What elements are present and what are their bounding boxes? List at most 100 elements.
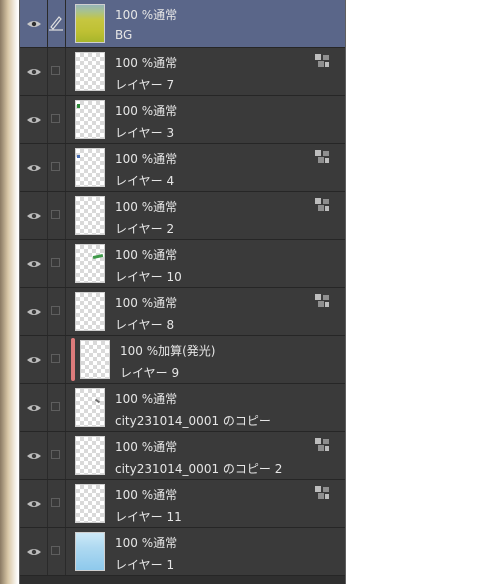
layer-row[interactable]: 100 %通常 レイヤー 11: [20, 480, 345, 528]
layer-thumbnail[interactable]: [75, 100, 105, 139]
thumbnail-stroke: [94, 398, 101, 404]
layer-name[interactable]: レイヤー 9: [120, 364, 179, 381]
clip-to-layer-below-icon[interactable]: [315, 438, 330, 452]
checkbox-icon: [51, 306, 60, 315]
visibility-toggle[interactable]: [20, 432, 48, 479]
eye-icon: [27, 405, 41, 411]
eye-icon: [27, 69, 41, 75]
layer-name[interactable]: レイヤー 10: [115, 268, 182, 285]
eye-icon: [27, 165, 41, 171]
edit-target-toggle[interactable]: [47, 432, 66, 479]
clip-to-layer-below-icon[interactable]: [315, 150, 330, 164]
layer-row[interactable]: 100 %通常 city231014_0001 のコピー 2: [20, 432, 345, 480]
edit-target-toggle[interactable]: [47, 336, 66, 383]
edit-target-toggle[interactable]: [47, 384, 66, 431]
layer-row[interactable]: 100 %通常 レイヤー 4: [20, 144, 345, 192]
edit-target-toggle[interactable]: [47, 0, 66, 47]
layer-thumbnail[interactable]: [75, 436, 105, 475]
edit-target-toggle[interactable]: [47, 240, 66, 287]
visibility-toggle[interactable]: [20, 384, 48, 431]
eye-icon: [27, 357, 41, 363]
checkbox-icon: [51, 546, 60, 555]
layer-blend-mode: 100 %通常: [115, 8, 178, 22]
layer-name[interactable]: レイヤー 11: [115, 508, 182, 525]
visibility-toggle[interactable]: [20, 144, 48, 191]
layer-blend-mode: 100 %通常: [115, 200, 178, 214]
edit-target-toggle[interactable]: [47, 96, 66, 143]
layer-name[interactable]: city231014_0001 のコピー 2: [115, 460, 282, 477]
layer-row[interactable]: 100 %通常 レイヤー 1: [20, 528, 345, 576]
eye-icon: [27, 117, 41, 123]
layer-row[interactable]: 100 %通常 レイヤー 2: [20, 192, 345, 240]
layer-row[interactable]: 100 %通常 レイヤー 7: [20, 48, 345, 96]
clip-to-layer-below-icon[interactable]: [315, 486, 330, 500]
layer-name[interactable]: レイヤー 3: [115, 124, 174, 141]
visibility-toggle[interactable]: [20, 240, 48, 287]
clip-to-layer-below-icon[interactable]: [315, 54, 330, 68]
checkbox-icon: [51, 114, 60, 123]
layers-panel: 100 %通常 BG 100 %通常 レイヤー 7 100 %通常 レイヤー 3: [19, 0, 346, 584]
edit-target-toggle[interactable]: [47, 528, 66, 575]
eye-icon: [27, 309, 41, 315]
edit-target-toggle[interactable]: [47, 192, 66, 239]
checkbox-icon: [51, 402, 60, 411]
layer-row[interactable]: 100 %加算(発光) レイヤー 9: [20, 336, 345, 384]
layer-row-bg[interactable]: 100 %通常 BG: [20, 0, 345, 48]
layer-thumbnail[interactable]: [75, 4, 105, 43]
layer-thumbnail[interactable]: [75, 52, 105, 91]
visibility-toggle[interactable]: [20, 48, 48, 95]
eye-icon: [27, 261, 41, 267]
layer-thumbnail[interactable]: [75, 196, 105, 235]
layer-blend-mode: 100 %通常: [115, 488, 178, 502]
eye-icon: [27, 549, 41, 555]
layer-thumbnail[interactable]: [80, 340, 110, 379]
checkbox-icon: [51, 210, 60, 219]
layer-name[interactable]: レイヤー 7: [115, 76, 174, 93]
layer-name[interactable]: city231014_0001 のコピー: [115, 412, 271, 429]
layer-thumbnail[interactable]: [75, 244, 105, 283]
visibility-toggle[interactable]: [20, 0, 48, 47]
layer-blend-mode: 100 %通常: [115, 296, 178, 310]
visibility-toggle[interactable]: [20, 192, 48, 239]
clip-to-layer-below-icon[interactable]: [315, 294, 330, 308]
layer-name[interactable]: レイヤー 8: [115, 316, 174, 333]
visibility-toggle[interactable]: [20, 528, 48, 575]
layer-name[interactable]: BG: [115, 28, 132, 42]
eye-icon: [27, 501, 41, 507]
edit-target-toggle[interactable]: [47, 144, 66, 191]
visibility-toggle[interactable]: [20, 288, 48, 335]
checkbox-icon: [51, 258, 60, 267]
checkbox-icon: [51, 162, 60, 171]
thumbnail-stroke: [92, 253, 104, 260]
layer-blend-mode: 100 %通常: [115, 248, 178, 262]
layer-row[interactable]: 100 %通常 レイヤー 3: [20, 96, 345, 144]
layer-thumbnail[interactable]: [75, 292, 105, 331]
clip-to-layer-below-icon[interactable]: [315, 198, 330, 212]
visibility-toggle[interactable]: [20, 480, 48, 527]
layer-name[interactable]: レイヤー 4: [115, 172, 174, 189]
layer-thumbnail[interactable]: [75, 532, 105, 571]
visibility-toggle[interactable]: [20, 336, 48, 383]
layer-row[interactable]: 100 %通常 レイヤー 8: [20, 288, 345, 336]
visibility-toggle[interactable]: [20, 96, 48, 143]
layer-thumbnail[interactable]: [75, 484, 105, 523]
layer-blend-mode: 100 %通常: [115, 536, 178, 550]
layer-row[interactable]: 100 %通常 city231014_0001 のコピー: [20, 384, 345, 432]
edit-target-toggle[interactable]: [47, 480, 66, 527]
layer-blend-mode: 100 %加算(発光): [120, 344, 216, 358]
edit-target-toggle[interactable]: [47, 288, 66, 335]
thumbnail-stroke: [77, 104, 80, 108]
layer-name[interactable]: レイヤー 1: [115, 556, 174, 573]
panel-bottom-edge: [20, 576, 345, 584]
layer-name[interactable]: レイヤー 2: [115, 220, 174, 237]
layer-blend-mode: 100 %通常: [115, 392, 178, 406]
layer-row[interactable]: 100 %通常 レイヤー 10: [20, 240, 345, 288]
edit-target-toggle[interactable]: [47, 48, 66, 95]
layer-thumbnail[interactable]: [75, 148, 105, 187]
canvas-edge: [0, 0, 19, 584]
checkbox-icon: [51, 354, 60, 363]
eye-icon: [27, 453, 41, 459]
eye-icon: [27, 21, 41, 27]
pencil-icon: [49, 16, 63, 31]
layer-thumbnail[interactable]: [75, 388, 105, 427]
